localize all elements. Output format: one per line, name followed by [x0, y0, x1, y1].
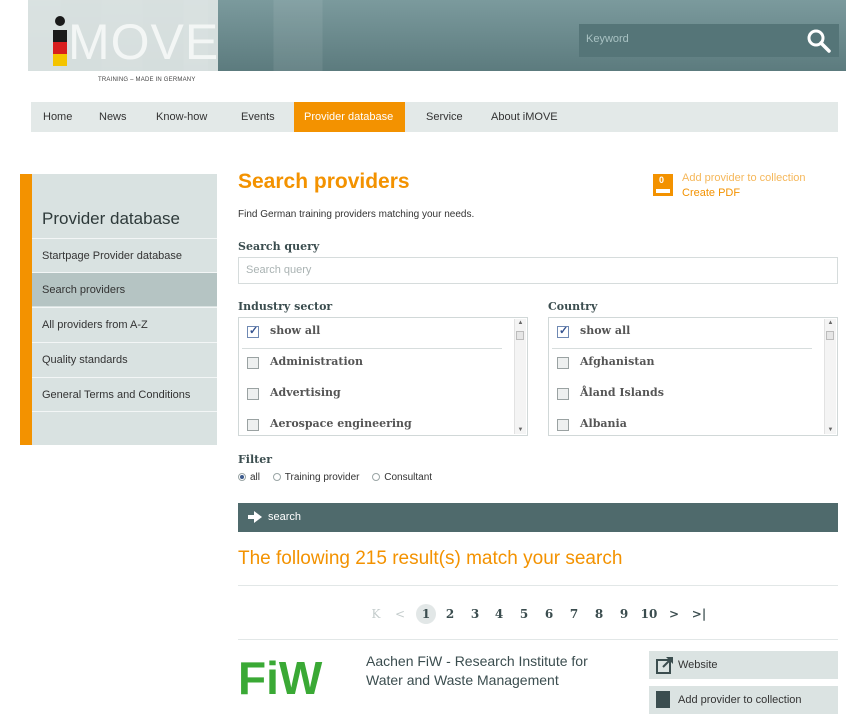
filter-label-training-provider: Training provider: [284, 472, 360, 483]
checkbox[interactable]: [557, 324, 569, 338]
search-query-placeholder: Search query: [246, 264, 312, 276]
page-title: Search providers: [238, 170, 410, 193]
sidebar-item-terms[interactable]: General Terms and Conditions: [32, 377, 217, 411]
country-scrollbar[interactable]: ▲ ▼: [824, 319, 836, 434]
country-label: Country: [548, 300, 598, 313]
checkbox[interactable]: [557, 419, 569, 431]
intro-text: Find German training providers matching …: [238, 209, 475, 220]
nav-home[interactable]: Home: [33, 102, 82, 132]
provider-name[interactable]: Aachen FiW - Research Institute for Wate…: [366, 652, 626, 690]
website-button-label: Website: [678, 659, 718, 671]
country-option[interactable]: Åland Islands: [556, 380, 821, 411]
provider-logo[interactable]: FiW: [238, 652, 342, 704]
logo-text: MOVE: [68, 14, 220, 70]
arrow-right-icon: [248, 510, 262, 524]
filter-radio-consultant[interactable]: [372, 473, 381, 481]
pagination-page-4[interactable]: 4: [492, 604, 506, 624]
country-listbox[interactable]: show all Afghanistan Åland Islands Alban…: [548, 317, 838, 436]
industry-sector-label: Industry sector: [238, 300, 333, 313]
checkbox[interactable]: [247, 357, 259, 369]
sidebar-divider: [32, 411, 217, 412]
industry-sector-listbox[interactable]: show all Administration Advertising Aero…: [238, 317, 528, 436]
sidebar-item-startpage[interactable]: Startpage Provider database: [32, 238, 217, 272]
filter-label-all: all: [250, 472, 261, 483]
pagination-page-9[interactable]: 9: [617, 604, 631, 624]
nav-events[interactable]: Events: [231, 102, 285, 132]
pagination-last[interactable]: >|: [689, 604, 709, 624]
search-button[interactable]: [238, 503, 838, 532]
collection-count-badge: 0: [659, 175, 665, 185]
nav-about[interactable]: About iMOVE: [481, 102, 568, 132]
sidebar-accent: [20, 174, 32, 445]
checkbox[interactable]: [247, 419, 259, 431]
industry-scrollbar[interactable]: ▲ ▼: [514, 319, 526, 434]
nav-service[interactable]: Service: [416, 102, 473, 132]
filter-radio-all[interactable]: [238, 473, 246, 481]
add-to-collection-button-label: Add provider to collection: [678, 694, 802, 706]
pagination-page-1[interactable]: 1: [416, 604, 436, 624]
pagination-prev[interactable]: <: [393, 604, 407, 624]
sidebar-title: Provider database: [42, 209, 180, 228]
search-button-label: search: [268, 511, 302, 523]
create-pdf-link[interactable]: Create PDF: [682, 187, 740, 199]
search-icon[interactable]: [806, 28, 832, 54]
search-query-input[interactable]: [238, 257, 838, 284]
nav-know-how[interactable]: Know-how: [146, 102, 217, 132]
add-to-collection-link[interactable]: Add provider to collection: [682, 172, 806, 184]
pagination-page-5[interactable]: 5: [517, 604, 531, 624]
external-link-icon: [656, 656, 674, 679]
checkbox[interactable]: [557, 357, 569, 369]
filter-label: Filter: [238, 453, 273, 466]
industry-option[interactable]: Aerospace engineering: [246, 411, 511, 435]
nav-news[interactable]: News: [89, 102, 137, 132]
divider: [238, 639, 838, 640]
sidebar-item-search-providers[interactable]: Search providers: [32, 272, 217, 306]
checkbox[interactable]: [557, 388, 569, 400]
sidebar-item-a-z[interactable]: All providers from A-Z: [32, 307, 217, 341]
checkbox[interactable]: [247, 388, 259, 400]
pagination-page-3[interactable]: 3: [468, 604, 482, 624]
logo-i-dot: [55, 16, 65, 26]
nav-provider-database[interactable]: Provider database: [294, 102, 405, 132]
country-option[interactable]: Afghanistan: [556, 349, 821, 380]
keyword-input[interactable]: Keyword: [586, 33, 629, 45]
checkbox[interactable]: [247, 324, 259, 338]
search-query-label: Search query: [238, 240, 320, 253]
logo-i-flag: [53, 30, 67, 66]
document-icon: [656, 691, 670, 713]
provider-logo-text: FiW: [238, 656, 323, 696]
divider: [238, 585, 838, 586]
industry-option[interactable]: show all: [246, 318, 511, 349]
pagination-page-2[interactable]: 2: [443, 604, 457, 624]
filter-label-consultant: Consultant: [384, 472, 433, 483]
industry-option[interactable]: Advertising: [246, 380, 511, 411]
filter-radio-training-provider[interactable]: [272, 473, 281, 481]
country-option[interactable]: Albania: [556, 411, 821, 435]
pagination-page-6[interactable]: 6: [542, 604, 556, 624]
results-heading: The following 215 result(s) match your s…: [238, 548, 623, 569]
pagination-next[interactable]: >: [667, 604, 681, 624]
country-option[interactable]: show all: [556, 318, 821, 349]
pagination-page-10[interactable]: 10: [638, 604, 660, 624]
pagination-page-7[interactable]: 7: [567, 604, 581, 624]
pagination-first[interactable]: K: [368, 604, 384, 624]
sidebar-item-quality-standards[interactable]: Quality standards: [32, 342, 217, 376]
filter-radio-group: all Training provider Consultant: [238, 472, 442, 483]
logo-tagline: TRAINING – MADE IN GERMANY: [98, 77, 196, 83]
industry-option[interactable]: Administration: [246, 349, 511, 380]
pagination-page-8[interactable]: 8: [592, 604, 606, 624]
